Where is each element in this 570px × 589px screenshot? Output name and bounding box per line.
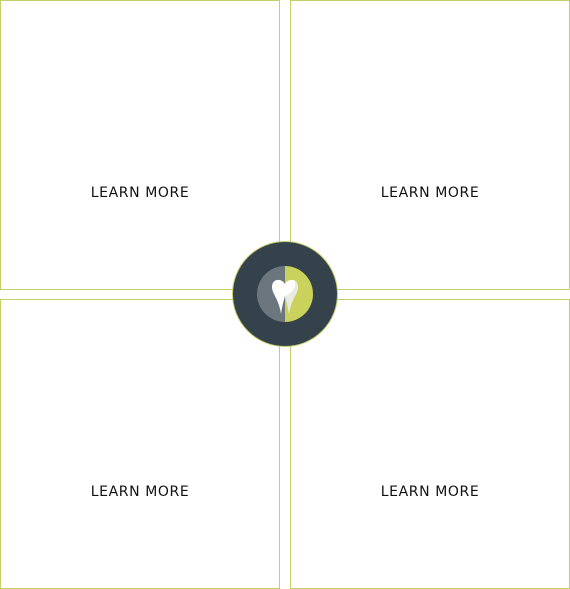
tooth-heart-icon <box>257 266 313 322</box>
card-bottom-right[interactable]: LEARN MORE <box>290 299 570 589</box>
learn-more-link[interactable]: LEARN MORE <box>91 185 190 201</box>
learn-more-link[interactable]: LEARN MORE <box>381 185 480 201</box>
center-logo-badge <box>232 241 338 347</box>
learn-more-link[interactable]: LEARN MORE <box>91 484 190 500</box>
card-top-right[interactable]: LEARN MORE <box>290 0 570 290</box>
learn-more-link[interactable]: LEARN MORE <box>381 484 480 500</box>
card-top-left[interactable]: LEARN MORE <box>0 0 280 290</box>
card-bottom-left[interactable]: LEARN MORE <box>0 299 280 589</box>
